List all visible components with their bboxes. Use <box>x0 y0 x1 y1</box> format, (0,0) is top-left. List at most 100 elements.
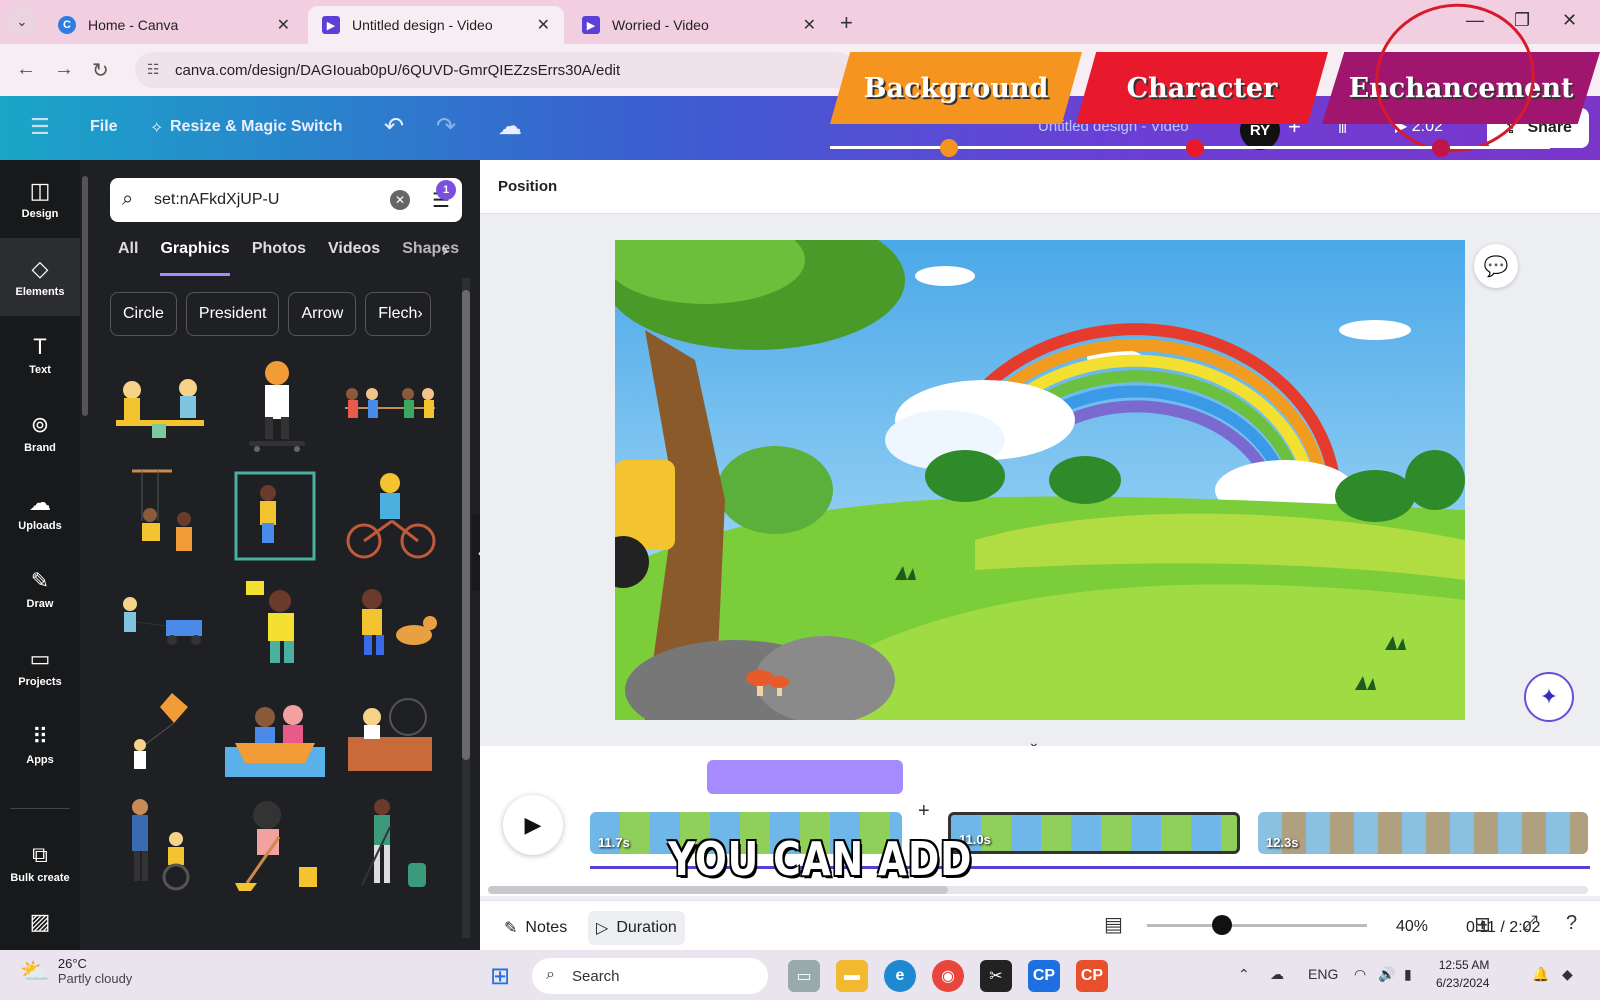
forward-arrow-icon[interactable]: → <box>54 58 74 81</box>
tab-photos[interactable]: Photos <box>252 240 306 276</box>
back-arrow-icon[interactable]: ← <box>16 58 36 81</box>
tab-graphics[interactable]: Graphics <box>160 240 230 276</box>
sidebar-item-elements[interactable]: ◇ Elements <box>0 238 80 316</box>
graphic-wheelchair-help[interactable] <box>110 795 210 895</box>
graphic-kids-seesaw[interactable] <box>110 355 210 455</box>
graphic-boat-kids[interactable] <box>225 685 325 785</box>
tab-all[interactable]: All <box>118 240 138 276</box>
sidebar-scrollbar[interactable] <box>82 176 88 416</box>
graphic-wagon-kid[interactable] <box>110 575 210 675</box>
graphic-swing-kids[interactable] <box>110 465 210 565</box>
graphic-sweeping-kid[interactable] <box>225 795 325 895</box>
url-field[interactable]: ☷ canva.com/design/DAGIouab0pU/6QUVD-Gmr… <box>135 52 855 88</box>
timeline-clip-2[interactable]: 11.0s <box>948 812 1240 854</box>
task-view-icon[interactable]: ▭ <box>788 960 820 992</box>
tab-worried-video[interactable]: ▶ Worried - Video ✕ <box>568 6 830 44</box>
graphic-kite-kid[interactable] <box>110 685 210 785</box>
cloud-saved-icon[interactable]: ☁ <box>498 112 522 141</box>
sidebar-item-projects[interactable]: ▭ Projects <box>0 628 80 706</box>
graphic-skateboard-kid[interactable] <box>225 355 325 455</box>
file-explorer-icon[interactable]: ▬ <box>836 960 868 992</box>
battery-icon[interactable]: ▮ <box>1404 966 1412 983</box>
position-button[interactable]: Position <box>498 178 557 195</box>
sidebar-item-apps[interactable]: ⠿ Apps <box>0 706 80 784</box>
file-menu-button[interactable]: File <box>90 118 118 136</box>
audio-track-pill[interactable] <box>707 760 903 794</box>
add-transition-icon[interactable]: + <box>918 800 930 823</box>
design-canvas[interactable] <box>615 240 1465 720</box>
graphic-bike-kid[interactable] <box>340 465 440 565</box>
panel-scrollbar[interactable] <box>462 278 470 938</box>
app-cp-blue-icon[interactable]: CP <box>1028 960 1060 992</box>
input-language[interactable]: ENG <box>1308 966 1338 982</box>
windows-start-icon[interactable]: ⊞ <box>490 962 510 991</box>
window-close-icon[interactable]: ✕ <box>1562 10 1577 31</box>
system-clock[interactable]: 12:55 AM 6/23/2024 <box>1436 956 1489 992</box>
close-icon[interactable]: ✕ <box>803 15 816 35</box>
sidebar-item-design[interactable]: ◫ Design <box>0 160 80 238</box>
graphic-vacuum-adult[interactable] <box>340 795 440 895</box>
chip-arrow[interactable]: Arrow <box>288 292 357 336</box>
wifi-icon[interactable]: ◠ <box>1354 966 1366 983</box>
graphic-ferris-kid[interactable] <box>340 685 440 785</box>
reload-icon[interactable]: ↻ <box>92 58 109 83</box>
sidebar-item-bulk-create[interactable]: ⧉ Bulk create <box>0 824 80 902</box>
sidebar-item-brand[interactable]: ⊚ Brand <box>0 394 80 472</box>
tab-untitled-design[interactable]: ▶ Untitled design - Video ✕ <box>308 6 564 44</box>
sidebar-item-draw[interactable]: ✎ Draw <box>0 550 80 628</box>
graphic-crown-kid[interactable] <box>225 575 325 675</box>
notification-icon[interactable]: 🔔 <box>1532 966 1549 983</box>
volume-icon[interactable]: 🔊 <box>1378 966 1395 983</box>
resize-magic-switch-button[interactable]: Resize & Magic Switch <box>170 118 343 136</box>
taskbar-search[interactable]: ⌕ Search <box>532 958 768 994</box>
play-button[interactable]: ▶ <box>503 795 563 855</box>
graphic-monkey-bars[interactable] <box>225 465 325 565</box>
zoom-slider-handle[interactable] <box>1212 915 1232 935</box>
sidebar-item-text[interactable]: T Text <box>0 316 80 394</box>
new-tab-button[interactable]: + <box>840 10 853 36</box>
zoom-level[interactable]: 40% <box>1396 918 1428 936</box>
notes-button[interactable]: ✎ Notes <box>496 911 575 945</box>
magic-assistant-button[interactable]: ✦ <box>1524 672 1574 722</box>
undo-icon[interactable]: ↶ <box>384 112 404 141</box>
chevron-up-icon[interactable]: ⌃ <box>1238 966 1250 983</box>
close-icon[interactable]: ✕ <box>537 15 550 35</box>
sidebar-item-uploads[interactable]: ☁ Uploads <box>0 472 80 550</box>
timeline-scroll-thumb[interactable] <box>488 886 948 894</box>
chip-circle[interactable]: Circle <box>110 292 177 336</box>
grid-view-icon[interactable]: ⊞ <box>1474 912 1491 937</box>
chip-flech[interactable]: Flech › <box>365 292 432 336</box>
chip-president[interactable]: President <box>185 292 280 336</box>
tab-videos[interactable]: Videos <box>328 240 380 276</box>
redo-icon[interactable]: ↷ <box>436 112 456 141</box>
help-icon[interactable]: ? <box>1566 912 1577 935</box>
weather-widget[interactable]: ⛅ 26°C Partly cloudy <box>20 956 132 986</box>
tray-app-icon[interactable]: ☁ <box>1270 966 1284 983</box>
graphic-kid-dog[interactable] <box>340 575 440 675</box>
tab-home-canva[interactable]: C Home - Canva ✕ <box>44 6 304 44</box>
chrome-browser-icon[interactable]: ◉ <box>932 960 964 992</box>
capcut-icon[interactable]: ✂ <box>980 960 1012 992</box>
zoom-slider[interactable] <box>1147 924 1367 927</box>
panel-scroll-thumb[interactable] <box>462 290 470 760</box>
copilot-icon[interactable]: ◆ <box>1562 966 1573 983</box>
edge-browser-icon[interactable]: e <box>884 960 916 992</box>
graphic-tug-of-war[interactable] <box>340 355 440 455</box>
tab-shapes[interactable]: Shapes <box>402 240 459 276</box>
timeline-view-icon[interactable]: ▤ <box>1104 912 1123 937</box>
timeline-scrollbar[interactable] <box>488 886 1588 894</box>
chevron-right-icon[interactable]: › <box>442 240 448 261</box>
rainbow-park-scene <box>615 240 1465 720</box>
duration-button[interactable]: ▷ Duration <box>588 911 685 945</box>
close-icon[interactable]: ✕ <box>277 15 290 35</box>
add-comment-button[interactable]: 💬 <box>1474 244 1518 288</box>
fullscreen-icon[interactable]: ⤢ <box>1522 912 1538 935</box>
sidebar-item-magic-media[interactable]: ▨ <box>0 898 80 950</box>
app-cp-orange-icon[interactable]: CP <box>1076 960 1108 992</box>
timeline-clip-3[interactable]: 12.3s <box>1258 812 1588 854</box>
site-settings-icon[interactable]: ☷ <box>147 61 160 78</box>
clear-search-icon[interactable]: ✕ <box>390 190 410 210</box>
tab-search-button[interactable]: ⌄ <box>8 8 36 36</box>
search-input[interactable]: ⌕ set:nAFkdXjUP-U ✕ ☰ 1 <box>110 178 462 222</box>
hamburger-menu-icon[interactable]: ☰ <box>30 114 50 140</box>
